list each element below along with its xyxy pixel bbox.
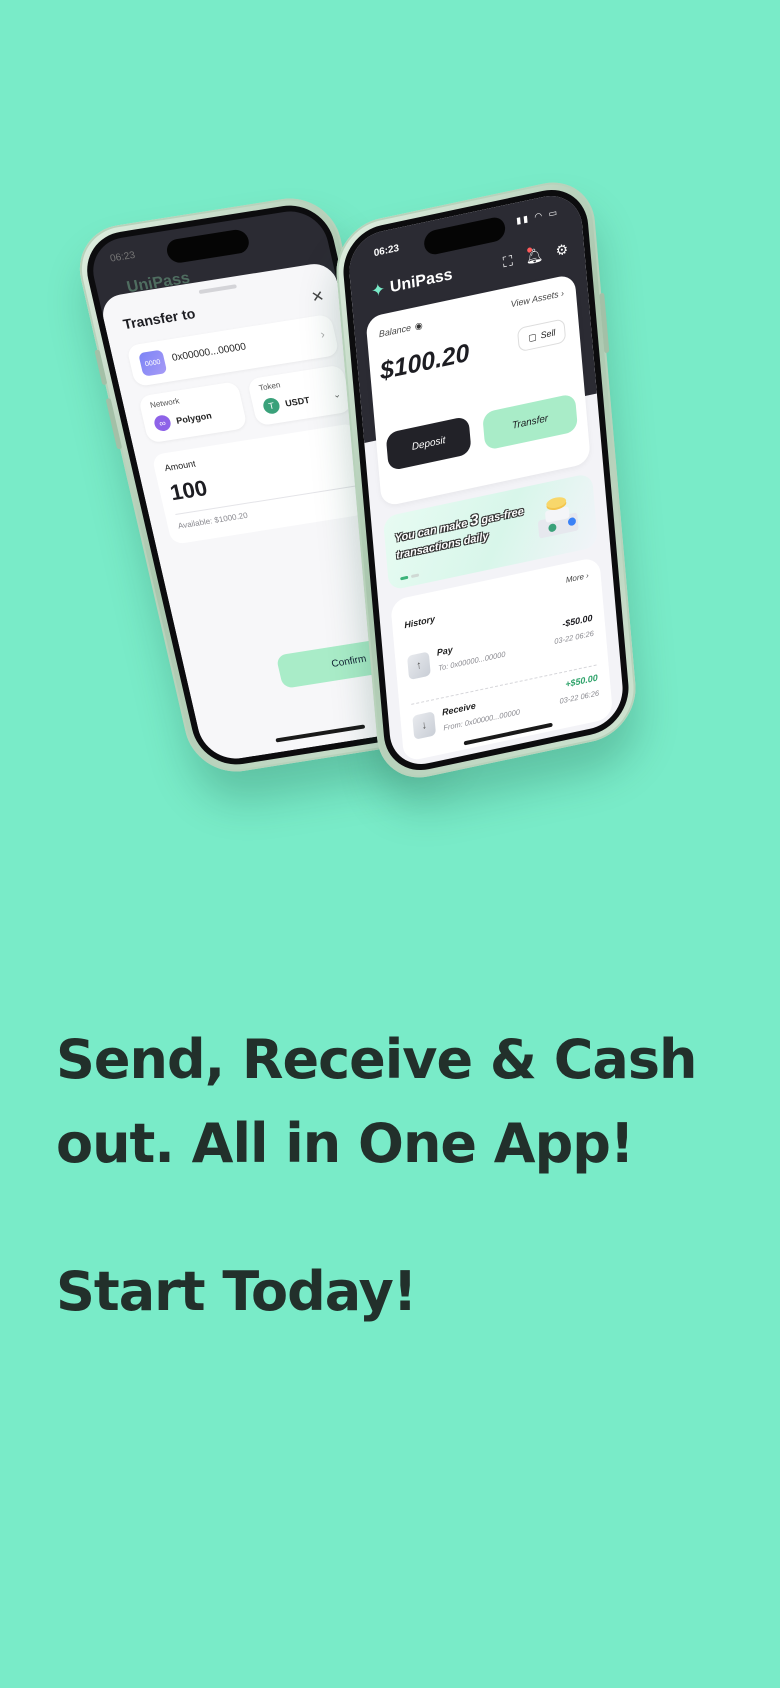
network-label: Network [149, 396, 181, 410]
token-value: USDT [284, 394, 311, 409]
deposit-button[interactable]: Deposit [385, 415, 472, 472]
tx-type: Pay [436, 644, 454, 658]
recipient-address: 0x00000...00000 [170, 341, 248, 364]
more-label: More [565, 571, 585, 585]
amount-label: Amount [163, 458, 197, 474]
headline-line-1: Send, Receive & Cash [56, 1028, 697, 1091]
token-selector[interactable]: Token T USDT ⌄ [246, 364, 353, 427]
balance-value: $100.20 [378, 338, 471, 386]
sell-button[interactable]: ▢ Sell [517, 318, 567, 353]
network-selector[interactable]: Network ∞ Polygon [137, 381, 248, 444]
polygon-icon: ∞ [152, 414, 173, 433]
tx-amount: -$50.00 [561, 612, 593, 630]
scan-icon[interactable]: ⛶ [502, 252, 513, 271]
chevron-right-icon: › [560, 287, 565, 299]
eye-icon[interactable]: ◉ [414, 320, 423, 332]
gear-icon[interactable]: ⚙ [555, 240, 569, 260]
balance-label: Balance [378, 322, 412, 340]
chevron-down-icon: ⌄ [331, 389, 342, 401]
status-time: 06:23 [109, 249, 137, 265]
headline: Send, Receive & Cash out. All in One App… [56, 1018, 756, 1186]
sell-label: Sell [540, 327, 556, 341]
banner-text: You can make 3 gas-free transactions dai… [394, 498, 545, 565]
wallet-screen: 06:23 ▮▮ ◠ ▭ ✦ UniPass ⛶ 🔔︎ ⚙ Balance◉ [346, 189, 626, 771]
wallet-icon: ▢ [527, 330, 538, 343]
amount-card: Amount 100 Available: $1000.20 [151, 422, 377, 545]
carousel-dots [400, 573, 420, 581]
cta-text: Start Today! [56, 1260, 417, 1323]
view-assets-label: View Assets [510, 289, 559, 310]
phone-side-button [599, 292, 610, 354]
sheet-title: Transfer to [121, 305, 197, 333]
sheet-grabber[interactable] [198, 284, 238, 295]
phone-wallet: 06:23 ▮▮ ◠ ▭ ✦ UniPass ⛶ 🔔︎ ⚙ Balance◉ [332, 173, 640, 787]
chevron-right-icon: › [585, 570, 590, 581]
more-link[interactable]: More › [566, 571, 590, 585]
transfer-button[interactable]: Transfer [482, 393, 579, 451]
tether-icon: T [261, 396, 282, 415]
coin-stack-icon [537, 497, 579, 539]
token-label: Token [258, 380, 282, 393]
headline-line-2: out. All in One App! [56, 1112, 635, 1175]
view-assets-link[interactable]: View Assets › [510, 288, 564, 309]
tx-time: 03-22 06:26 [559, 688, 600, 706]
history-card: History More › ↑ Pay To: 0x00000...00000… [390, 556, 614, 763]
unipass-logo-icon: ✦ [370, 279, 387, 302]
dynamic-island [164, 228, 252, 265]
amount-input[interactable]: 100 [168, 475, 210, 506]
tx-type: Receive [441, 700, 477, 718]
available-balance: Available: $1000.20 [177, 510, 249, 531]
chevron-right-icon: › [319, 327, 327, 342]
pay-icon: ↑ [407, 651, 431, 681]
hero-illustration: 06:23 UniPass Transfer to ✕ 0000 0x00000… [0, 0, 780, 900]
balance-label-row: Balance ◉ [378, 320, 423, 340]
receive-icon: ↓ [412, 711, 437, 740]
close-icon[interactable]: ✕ [309, 287, 326, 307]
network-value: Polygon [175, 410, 213, 426]
recipient-avatar: 0000 [138, 349, 168, 377]
tx-time: 03-22 06:26 [553, 628, 595, 647]
tx-amount: +$50.00 [564, 672, 599, 690]
phone-bezel: 06:23 ▮▮ ◠ ▭ ✦ UniPass ⛶ 🔔︎ ⚙ Balance◉ [340, 182, 632, 778]
history-title: History [403, 613, 436, 631]
